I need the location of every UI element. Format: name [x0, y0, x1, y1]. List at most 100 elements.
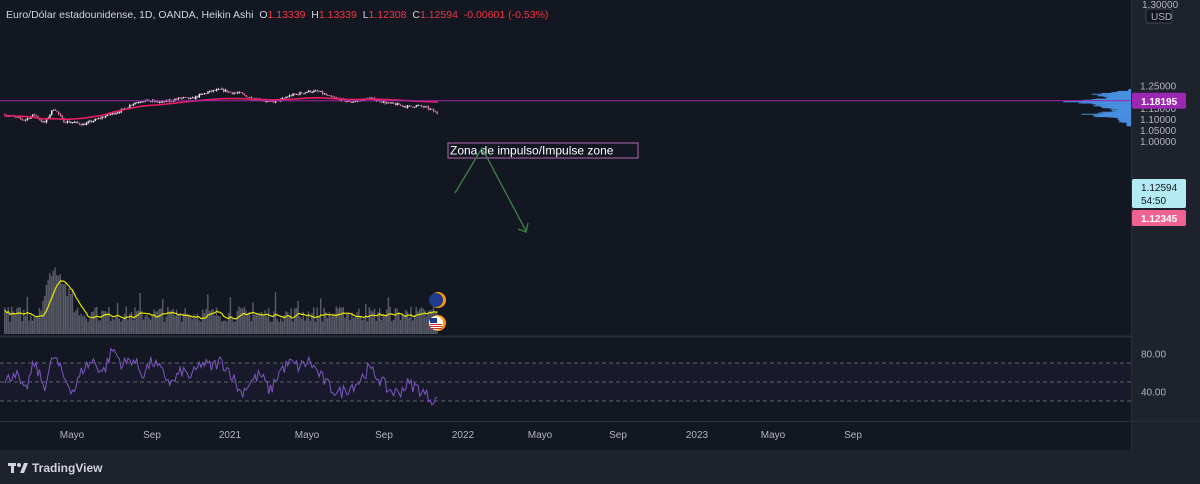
last-price-label: 1.12594 — [1141, 183, 1178, 194]
candle-body — [422, 106, 424, 108]
volume-bar — [38, 307, 41, 334]
candle-body — [177, 97, 180, 100]
countdown-label: 54:50 — [1141, 196, 1166, 207]
candle-body — [309, 90, 312, 93]
chart-legend-header: Euro/Dólar estadounidense, 1D, OANDA, He… — [6, 9, 548, 21]
candle-body — [320, 91, 322, 92]
chart-canvas[interactable]: Zona de impulso/Impulse zone 1.250001.20… — [0, 0, 1200, 484]
time-tick-label: Sep — [844, 430, 862, 441]
high-label: H — [311, 9, 319, 21]
volume-bar — [201, 309, 204, 334]
volume-bar — [125, 306, 127, 334]
volume-bar — [313, 307, 315, 334]
candle-body — [243, 93, 246, 96]
candle-body — [318, 91, 320, 93]
volume-bar — [380, 319, 383, 334]
candle-body — [118, 112, 121, 114]
candle-body — [384, 101, 386, 104]
volume-bar — [78, 315, 81, 334]
volume-bar — [358, 308, 360, 334]
candle-body — [31, 114, 34, 117]
volume-bar — [257, 313, 259, 334]
volume-bar — [293, 308, 296, 334]
volume-bar — [398, 312, 400, 334]
candle-body — [196, 96, 199, 98]
volume-bar — [205, 309, 207, 334]
candle-body — [117, 112, 119, 114]
volume-bar — [207, 294, 209, 334]
volume-bar — [306, 317, 308, 334]
volume-bar — [16, 308, 18, 334]
candle-body — [233, 92, 235, 94]
candle-body — [191, 97, 194, 99]
volume-bar — [422, 308, 424, 334]
candle-body — [311, 92, 313, 93]
volume-bar — [309, 320, 311, 334]
candle-body — [202, 93, 204, 95]
volume-bar — [373, 308, 376, 334]
volume-bar — [108, 306, 110, 334]
candle-body — [84, 123, 86, 126]
volume-bar — [99, 320, 101, 334]
candle-body — [248, 97, 251, 98]
volume-bar — [384, 316, 386, 334]
candle-body — [290, 95, 293, 97]
candle-body — [321, 91, 324, 94]
volume-bar — [332, 313, 334, 334]
candle-body — [393, 102, 395, 104]
volume-bar — [234, 321, 237, 334]
volume-bar — [182, 313, 185, 334]
volume-bar — [191, 319, 193, 334]
candle-body — [209, 90, 211, 92]
time-tick-label: 2023 — [686, 430, 709, 441]
volume-bar — [115, 316, 117, 334]
candle-body — [33, 114, 36, 116]
candle-body — [56, 110, 58, 112]
volume-bar — [52, 270, 55, 334]
candle-body — [382, 101, 385, 103]
volume-bar — [63, 284, 65, 334]
volume-bar — [153, 309, 155, 334]
candle-body — [295, 93, 298, 95]
volume-bar — [233, 321, 235, 334]
volume-bar — [73, 312, 75, 334]
volume-bar — [333, 315, 336, 334]
volume-bar — [335, 306, 338, 334]
candle-body — [193, 97, 195, 99]
volume-bar — [14, 313, 16, 334]
candle-body — [401, 105, 404, 107]
footer-brand[interactable]: TradingView — [8, 461, 102, 475]
volume-bar — [339, 306, 341, 334]
close-label: C — [412, 9, 420, 21]
candle-body — [304, 92, 306, 94]
volume-bar — [61, 283, 63, 334]
time-tick-label: Mayo — [528, 430, 553, 441]
currency-label: USD — [1151, 12, 1172, 23]
candle-body — [215, 89, 218, 91]
time-tick-label: Sep — [143, 430, 161, 441]
candle-body — [28, 118, 30, 120]
volume-bar — [186, 313, 188, 334]
volume-bar — [90, 312, 93, 334]
volume-bar — [28, 320, 30, 334]
volume-bar — [427, 311, 430, 334]
price-tick-label: 1.05000 — [1140, 126, 1177, 137]
volume-bar — [111, 318, 114, 334]
candle-body — [210, 90, 213, 92]
volume-bar — [347, 313, 350, 334]
volume-bar — [184, 307, 186, 334]
volume-bar — [271, 321, 273, 334]
volume-bar — [31, 320, 34, 334]
volume-bar — [342, 307, 344, 334]
candle-body — [189, 97, 192, 99]
volume-bar — [274, 292, 277, 334]
candle-body — [130, 105, 133, 106]
candle-body — [80, 124, 82, 126]
candle-body — [146, 99, 148, 101]
volume-bar — [120, 321, 122, 334]
candle-body — [160, 101, 162, 103]
candle-body — [288, 95, 291, 97]
candle-body — [406, 105, 409, 108]
candle-body — [77, 121, 79, 124]
candle-body — [281, 97, 284, 99]
